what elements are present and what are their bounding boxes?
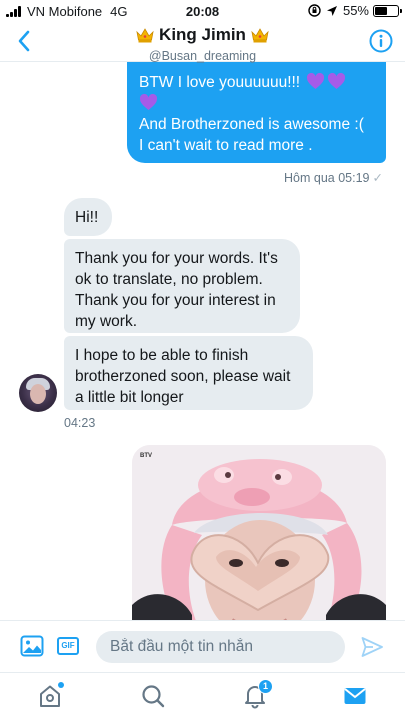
search-icon <box>142 685 165 708</box>
contact-avatar[interactable] <box>19 374 57 412</box>
incoming-timestamp: 04:23 <box>64 416 96 430</box>
message-input[interactable] <box>96 631 345 663</box>
message-line <box>139 93 374 114</box>
message-thread[interactable]: BTW I love youuuuuu!!! And Brotherzoned … <box>0 62 405 620</box>
purple-heart-emoji-icon <box>307 73 325 89</box>
location-arrow-icon <box>326 5 337 16</box>
outgoing-timestamp: Hôm qua 05:19 ✓ <box>284 171 383 185</box>
send-icon[interactable] <box>360 635 384 659</box>
new-content-dot <box>58 682 64 688</box>
outgoing-message[interactable]: BTW I love youuuuuu!!! And Brotherzoned … <box>127 62 386 163</box>
battery-icon <box>373 4 402 17</box>
conversation-header: King Jimin @Busan_dreaming <box>0 22 405 63</box>
message-line: I can't wait to read more . <box>139 137 313 154</box>
conversation-title-area[interactable]: King Jimin @Busan_dreaming <box>0 25 405 63</box>
orientation-lock-icon <box>308 4 321 17</box>
battery-percent: 55% <box>342 3 369 18</box>
bottom-tab-bar: 1 <box>0 672 405 720</box>
tab-messages[interactable] <box>342 683 368 709</box>
incoming-message[interactable]: Hi!! <box>64 198 112 236</box>
tab-search[interactable] <box>140 683 166 709</box>
battery-fill <box>375 6 388 15</box>
crown-emoji-icon <box>136 28 154 43</box>
purple-heart-emoji-icon <box>328 73 346 89</box>
heart-hands-photo <box>132 445 386 620</box>
read-check-icon: ✓ <box>372 171 383 185</box>
crown-emoji-icon <box>251 28 269 43</box>
image-watermark: BTV <box>140 453 152 459</box>
image-message[interactable]: BTV <box>132 445 386 620</box>
incoming-message[interactable]: Thank you for your words. It's ok to tra… <box>64 239 300 333</box>
message-line: BTW I love youuuuuu!!! <box>139 72 374 93</box>
tab-notifications[interactable]: 1 <box>242 679 273 709</box>
notification-badge: 1 <box>258 679 273 694</box>
dm-conversation-screen: VN Mobifone 4G 20:08 55% King Jimin @Bus… <box>0 0 405 720</box>
conversation-title: King Jimin <box>135 25 270 45</box>
incoming-message[interactable]: I hope to be able to finish brotherzoned… <box>64 336 313 410</box>
purple-heart-emoji-icon <box>139 94 158 110</box>
message-composer: GIF <box>0 620 405 672</box>
contact-handle: @Busan_dreaming <box>148 49 257 63</box>
status-bar: VN Mobifone 4G 20:08 55% <box>0 0 405 22</box>
gif-button[interactable]: GIF <box>57 637 79 655</box>
envelope-icon <box>344 688 366 704</box>
tab-home[interactable] <box>37 682 64 709</box>
contact-name: King Jimin <box>159 25 246 44</box>
message-line: And Brotherzoned is awesome :( <box>139 116 364 133</box>
status-right: 55% <box>308 3 402 18</box>
info-icon[interactable] <box>369 29 393 53</box>
image-icon[interactable] <box>20 635 44 657</box>
